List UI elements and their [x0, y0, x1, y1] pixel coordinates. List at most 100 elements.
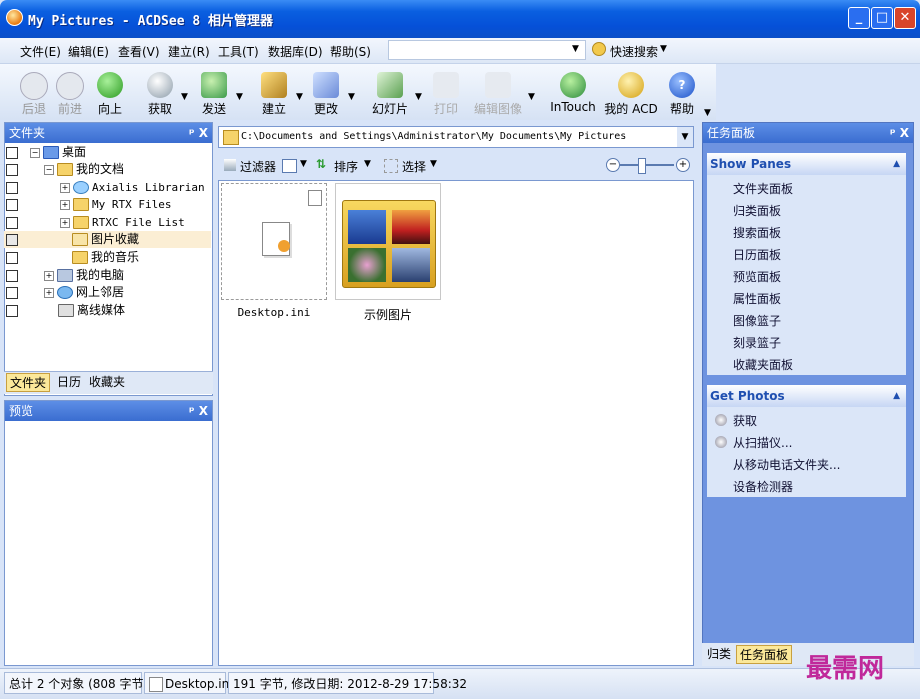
- create-button[interactable]: 建立: [254, 66, 294, 118]
- forward-button[interactable]: 前进: [52, 66, 88, 118]
- send-dropdown-icon[interactable]: ▼: [236, 92, 243, 102]
- link-categories-pane[interactable]: 归类面板: [733, 202, 781, 219]
- send-button[interactable]: 发送: [194, 66, 234, 118]
- acquire-icon: [715, 414, 727, 426]
- modify-dropdown-icon[interactable]: ▼: [348, 92, 355, 102]
- tree-checkbox[interactable]: [6, 252, 18, 264]
- edit-image-button[interactable]: 编辑图像: [470, 66, 526, 118]
- link-calendar-pane[interactable]: 日历面板: [733, 246, 781, 263]
- tab-categories[interactable]: 归类: [704, 645, 734, 664]
- edit-image-dropdown-icon[interactable]: ▼: [528, 92, 535, 102]
- sort-button[interactable]: 排序: [334, 158, 358, 175]
- zoom-out-icon[interactable]: −: [606, 158, 620, 172]
- close-icon: ✕: [899, 10, 911, 25]
- view-mode-dropdown-icon[interactable]: ▼: [300, 159, 307, 169]
- zoom-slider-thumb[interactable]: [638, 158, 646, 174]
- path-bar[interactable]: C:\Documents and Settings\Administrator\…: [218, 126, 694, 148]
- my-acd-button[interactable]: 我的 ACD: [604, 66, 658, 118]
- link-favorites-pane[interactable]: 收藏夹面板: [733, 356, 793, 373]
- tree-item-my-pictures[interactable]: 图片收藏: [4, 231, 211, 248]
- link-from-scanner[interactable]: 从扫描仪...: [733, 434, 792, 451]
- link-preview-pane[interactable]: 预览面板: [733, 268, 781, 285]
- menu-tools[interactable]: 工具(T): [218, 43, 259, 60]
- expand-icon[interactable]: +: [60, 182, 70, 193]
- link-image-basket[interactable]: 图像篮子: [733, 312, 781, 329]
- collapse-chevron-icon[interactable]: ▲: [893, 153, 900, 175]
- menu-view[interactable]: 查看(V): [118, 43, 160, 60]
- toolbar-overflow-icon[interactable]: ▼: [704, 108, 711, 118]
- sort-dropdown-icon[interactable]: ▼: [364, 159, 371, 169]
- help-button[interactable]: ? 帮助: [666, 66, 698, 118]
- acdsee-app-icon[interactable]: [6, 9, 23, 26]
- intouch-button[interactable]: InTouch: [548, 66, 598, 118]
- tab-folders[interactable]: 文件夹: [6, 373, 51, 392]
- acquire-button[interactable]: 获取: [140, 66, 180, 118]
- tree-checkbox[interactable]: [6, 217, 18, 229]
- expand-icon[interactable]: +: [60, 199, 70, 210]
- pin-close-icon[interactable]: ᵖ X: [189, 401, 208, 421]
- zoom-slider[interactable]: [620, 164, 674, 166]
- select-button[interactable]: 选择: [402, 158, 426, 175]
- filter-button[interactable]: 过滤器: [240, 158, 276, 175]
- search-dropdown-icon[interactable]: ▼: [572, 44, 579, 54]
- quick-search-button[interactable]: 快速搜索: [610, 43, 658, 60]
- expand-icon[interactable]: +: [44, 270, 54, 281]
- tree-checkbox[interactable]: [6, 147, 18, 159]
- view-mode-icon[interactable]: [282, 159, 297, 173]
- quick-search-dropdown-icon[interactable]: ▼: [660, 44, 667, 54]
- tree-checkbox[interactable]: [6, 199, 18, 211]
- back-button[interactable]: 后退: [16, 66, 52, 118]
- expand-icon[interactable]: +: [60, 217, 70, 228]
- tree-checkbox[interactable]: [6, 164, 18, 176]
- pin-close-icon[interactable]: ᵖ X: [890, 123, 909, 143]
- link-burn-basket[interactable]: 刻录篮子: [733, 334, 781, 351]
- expand-icon[interactable]: +: [44, 287, 54, 298]
- tree-checkbox[interactable]: [6, 305, 18, 317]
- menu-create[interactable]: 建立(R): [168, 43, 210, 60]
- help-icon: ?: [669, 72, 695, 98]
- collapse-chevron-icon[interactable]: ▲: [893, 385, 900, 407]
- up-button[interactable]: 向上: [92, 66, 128, 118]
- get-photos-header[interactable]: Get Photos ▲: [707, 385, 906, 407]
- file-list[interactable]: Desktop.ini 示例图片: [218, 180, 694, 666]
- link-folders-pane[interactable]: 文件夹面板: [733, 180, 793, 197]
- window-title: My Pictures - ACDSee 8 相片管理器: [28, 14, 274, 29]
- collapse-icon[interactable]: −: [30, 147, 40, 158]
- show-panes-header[interactable]: Show Panes ▲: [707, 153, 906, 175]
- menu-help[interactable]: 帮助(S): [330, 43, 371, 60]
- path-dropdown-icon[interactable]: ▼: [677, 127, 693, 147]
- slideshow-dropdown-icon[interactable]: ▼: [415, 92, 422, 102]
- tab-task-panel[interactable]: 任务面板: [736, 645, 793, 664]
- select-dropdown-icon[interactable]: ▼: [430, 159, 437, 169]
- link-properties-pane[interactable]: 属性面板: [733, 290, 781, 307]
- menu-edit[interactable]: 编辑(E): [68, 43, 109, 60]
- link-acquire[interactable]: 获取: [733, 412, 757, 429]
- quick-search-input[interactable]: [388, 40, 586, 60]
- tree-checkbox[interactable]: [6, 234, 18, 246]
- link-search-pane[interactable]: 搜索面板: [733, 224, 781, 241]
- tree-checkbox[interactable]: [6, 270, 18, 282]
- acquire-dropdown-icon[interactable]: ▼: [181, 92, 188, 102]
- file-item-desktop-ini[interactable]: Desktop.ini: [221, 183, 327, 319]
- maximize-button[interactable]: □: [871, 7, 893, 29]
- minimize-button[interactable]: _: [848, 7, 870, 29]
- create-dropdown-icon[interactable]: ▼: [296, 92, 303, 102]
- status-file: Desktop.ini: [144, 672, 233, 694]
- close-button[interactable]: ✕: [894, 7, 916, 29]
- menu-database[interactable]: 数据库(D): [268, 43, 323, 60]
- tree-checkbox[interactable]: [6, 287, 18, 299]
- collapse-icon[interactable]: −: [44, 164, 54, 175]
- library-icon: [73, 181, 89, 194]
- modify-button[interactable]: 更改: [306, 66, 346, 118]
- pin-close-icon[interactable]: ᵖ X: [189, 123, 208, 143]
- tab-favorites[interactable]: 收藏夹: [86, 373, 128, 392]
- print-button[interactable]: 打印: [426, 66, 466, 118]
- file-item-sample-pictures[interactable]: 示例图片: [335, 183, 441, 322]
- link-from-mobile-phone[interactable]: 从移动电话文件夹...: [733, 456, 840, 473]
- slideshow-button[interactable]: 幻灯片: [368, 66, 412, 118]
- tree-checkbox[interactable]: [6, 182, 18, 194]
- zoom-in-icon[interactable]: +: [676, 158, 690, 172]
- link-device-detector[interactable]: 设备检测器: [733, 478, 793, 495]
- menu-file[interactable]: 文件(E): [20, 43, 61, 60]
- tab-calendar[interactable]: 日历: [54, 373, 84, 392]
